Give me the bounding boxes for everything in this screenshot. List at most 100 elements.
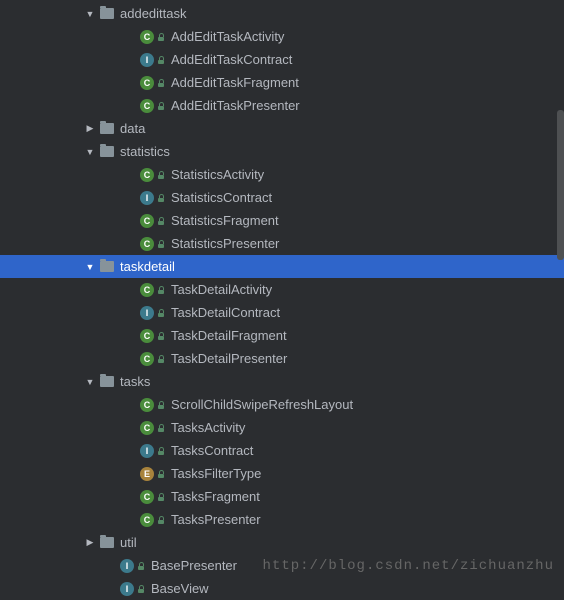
tree-row[interactable]: ▶CTasksActivity [0,416,564,439]
tree-label: TasksActivity [171,420,245,435]
tree-label: TaskDetailFragment [171,328,287,343]
tree-row[interactable]: ▶CAddEditTaskPresenter [0,94,564,117]
lock-icon [157,217,165,225]
class-icon: C [140,398,154,412]
chevron-right-icon[interactable]: ▶ [85,538,95,548]
tree-row[interactable]: ▶CStatisticsPresenter [0,232,564,255]
class-icon: C [140,76,154,90]
tree-row[interactable]: ▼ taskdetail [0,255,564,278]
tree-row[interactable]: ▶IBaseView [0,577,564,600]
lock-icon [157,493,165,501]
tree-label: TaskDetailActivity [171,282,272,297]
tree-label: TasksFragment [171,489,260,504]
scrollbar[interactable] [557,110,564,260]
class-icon: C [140,421,154,435]
tree-row[interactable]: ▶IStatisticsContract [0,186,564,209]
lock-icon [157,355,165,363]
class-icon: C [140,30,154,44]
tree-row[interactable]: ▶CTaskDetailPresenter [0,347,564,370]
tree-label: AddEditTaskActivity [171,29,284,44]
chevron-down-icon[interactable]: ▼ [85,262,95,272]
folder-icon [100,537,114,548]
class-icon: C [140,237,154,251]
tree-row[interactable]: ▶CTaskDetailFragment [0,324,564,347]
chevron-down-icon[interactable]: ▼ [85,9,95,19]
interface-icon: I [120,582,134,596]
tree-row[interactable]: ▶CScrollChildSwipeRefreshLayout [0,393,564,416]
tree-label: TasksContract [171,443,253,458]
tree-label: AddEditTaskContract [171,52,292,67]
lock-icon [157,309,165,317]
class-icon: C [140,283,154,297]
lock-icon [157,470,165,478]
tree-row[interactable]: ▶IAddEditTaskContract [0,48,564,71]
tree-label: ScrollChildSwipeRefreshLayout [171,397,353,412]
chevron-down-icon[interactable]: ▼ [85,377,95,387]
tree-row[interactable]: ▶CTaskDetailActivity [0,278,564,301]
class-icon: C [140,329,154,343]
tree-row[interactable]: ▶CTasksFragment [0,485,564,508]
interface-icon: I [140,306,154,320]
tree-label: addedittask [120,6,187,21]
tree-label: TasksPresenter [171,512,261,527]
lock-icon [157,424,165,432]
lock-icon [157,240,165,248]
class-icon: C [140,214,154,228]
tree-label: statistics [120,144,170,159]
tree-label: BasePresenter [151,558,237,573]
interface-icon: I [120,559,134,573]
project-tree[interactable]: ▼ addedittask ▶ C AddEditTaskActivity ▶ I AddEd… [0,0,564,600]
class-icon: C [140,168,154,182]
tree-row[interactable]: ▼ addedittask [0,2,564,25]
watermark: http://blog.csdn.net/zichuanzhu [263,558,554,574]
tree-label: StatisticsActivity [171,167,264,182]
tree-label: StatisticsFragment [171,213,279,228]
enum-icon: E [140,467,154,481]
chevron-down-icon[interactable]: ▼ [85,147,95,157]
chevron-right-icon[interactable]: ▶ [85,124,95,134]
tree-label: data [120,121,145,136]
folder-icon [100,123,114,134]
tree-label: util [120,535,137,550]
tree-label: StatisticsPresenter [171,236,279,251]
tree-row[interactable]: ▶ITaskDetailContract [0,301,564,324]
tree-label: BaseView [151,581,209,596]
lock-icon [157,33,165,41]
tree-row[interactable]: ▶CAddEditTaskActivity [0,25,564,48]
class-icon: C [140,352,154,366]
tree-row[interactable]: ▼ statistics [0,140,564,163]
tree-row[interactable]: ▶ util [0,531,564,554]
lock-icon [157,194,165,202]
class-icon: C [140,99,154,113]
interface-icon: I [140,444,154,458]
lock-icon [157,56,165,64]
tree-row[interactable]: ▶CTasksPresenter [0,508,564,531]
lock-icon [157,516,165,524]
tree-label: tasks [120,374,150,389]
tree-label: StatisticsContract [171,190,272,205]
tree-row[interactable]: ▼ tasks [0,370,564,393]
lock-icon [137,585,145,593]
folder-icon [100,376,114,387]
lock-icon [157,79,165,87]
tree-label: taskdetail [120,259,175,274]
tree-row[interactable]: ▶CStatisticsFragment [0,209,564,232]
tree-row[interactable]: ▶CAddEditTaskFragment [0,71,564,94]
lock-icon [157,286,165,294]
tree-row[interactable]: ▶ITasksContract [0,439,564,462]
lock-icon [157,401,165,409]
tree-label: AddEditTaskPresenter [171,98,300,113]
tree-row[interactable]: ▶CStatisticsActivity [0,163,564,186]
tree-label: AddEditTaskFragment [171,75,299,90]
tree-row[interactable]: ▶ data [0,117,564,140]
folder-icon [100,261,114,272]
lock-icon [157,102,165,110]
interface-icon: I [140,53,154,67]
folder-icon [100,146,114,157]
tree-label: TaskDetailPresenter [171,351,287,366]
tree-label: TaskDetailContract [171,305,280,320]
tree-row[interactable]: ▶ETasksFilterType [0,462,564,485]
folder-icon [100,8,114,19]
lock-icon [157,447,165,455]
lock-icon [137,562,145,570]
